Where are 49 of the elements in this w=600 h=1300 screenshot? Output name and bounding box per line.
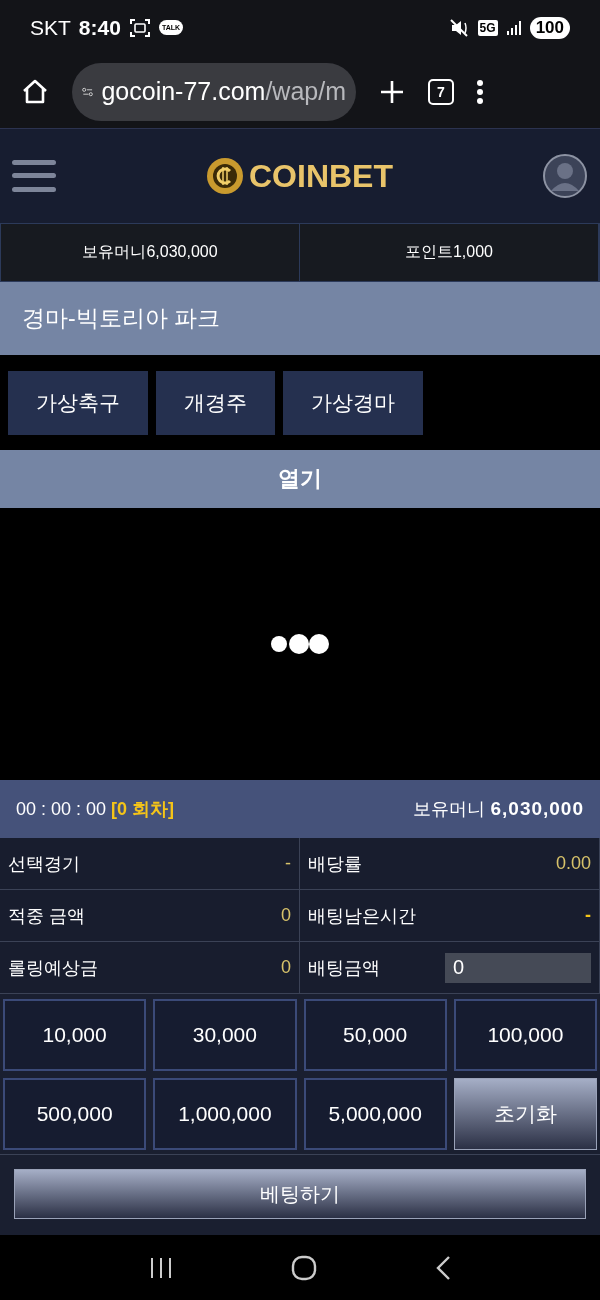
page-title: 경마-빅토리아 파크	[0, 282, 600, 355]
home-button-icon[interactable]	[291, 1254, 317, 1281]
amount-button[interactable]: 5,000,000	[303, 1078, 447, 1150]
amount-button[interactable]: 500,000	[3, 1078, 147, 1150]
bet-value: -	[285, 853, 291, 874]
signal-icon	[505, 19, 522, 36]
bet-label: 선택경기	[8, 852, 80, 876]
carrier-name: SKT	[30, 15, 71, 40]
bet-button[interactable]: 베팅하기	[14, 1169, 586, 1219]
amount-button[interactable]: 100,000	[453, 999, 597, 1071]
network-label: 5G	[477, 19, 498, 36]
battery-level: 100	[529, 16, 570, 39]
amount-button[interactable]: 50,000	[303, 999, 447, 1071]
bet-label: 롤링예상금	[8, 956, 98, 980]
clock-time: 8:40	[78, 15, 121, 40]
bet-value: -	[585, 905, 591, 926]
balance-cell: 보유머니6,030,000	[1, 224, 300, 281]
game-tab[interactable]: 개경주	[156, 370, 275, 435]
tab-count-button[interactable]: 7	[428, 78, 454, 105]
bet-label: 적중 금액	[8, 904, 85, 928]
url-text: gocoin-77.com/wap/m	[101, 77, 346, 106]
bet-value: 0	[281, 905, 291, 926]
bet-value: 0	[281, 957, 291, 978]
mute-icon	[449, 18, 470, 37]
game-tab[interactable]: 가상경마	[283, 370, 423, 435]
amount-button[interactable]: 30,000	[153, 999, 297, 1071]
coin-icon	[205, 156, 245, 196]
balance-text: 보유머니 6,030,000	[413, 797, 584, 821]
screenshot-icon	[128, 17, 151, 38]
recent-apps-icon[interactable]	[149, 1256, 173, 1279]
amount-button[interactable]: 1,000,000	[153, 1078, 297, 1150]
user-avatar-icon[interactable]	[542, 153, 588, 199]
reset-button[interactable]: 초기화	[453, 1078, 597, 1150]
amount-button[interactable]: 10,000	[3, 999, 147, 1071]
round-timer: 00 : 00 : 00 [0 회차]	[16, 798, 175, 821]
balance-cell: 포인트1,000	[300, 224, 599, 281]
logo-text[interactable]: COINBET	[249, 157, 393, 195]
loading-icon	[269, 632, 331, 656]
bet-value: 0.00	[555, 853, 591, 874]
game-tab[interactable]: 가상축구	[8, 370, 148, 435]
more-menu-icon[interactable]	[476, 78, 484, 105]
bet-label: 배당률	[308, 852, 362, 876]
bet-amount-field[interactable]: 0	[445, 952, 591, 983]
bet-label: 배팅남은시간	[308, 904, 416, 928]
bet-label: 배팅금액	[308, 956, 380, 980]
menu-icon[interactable]	[12, 159, 56, 193]
address-field[interactable]: gocoin-77.com/wap/m	[72, 62, 356, 121]
open-button[interactable]: 열기	[0, 450, 600, 508]
back-icon[interactable]	[435, 1254, 451, 1281]
